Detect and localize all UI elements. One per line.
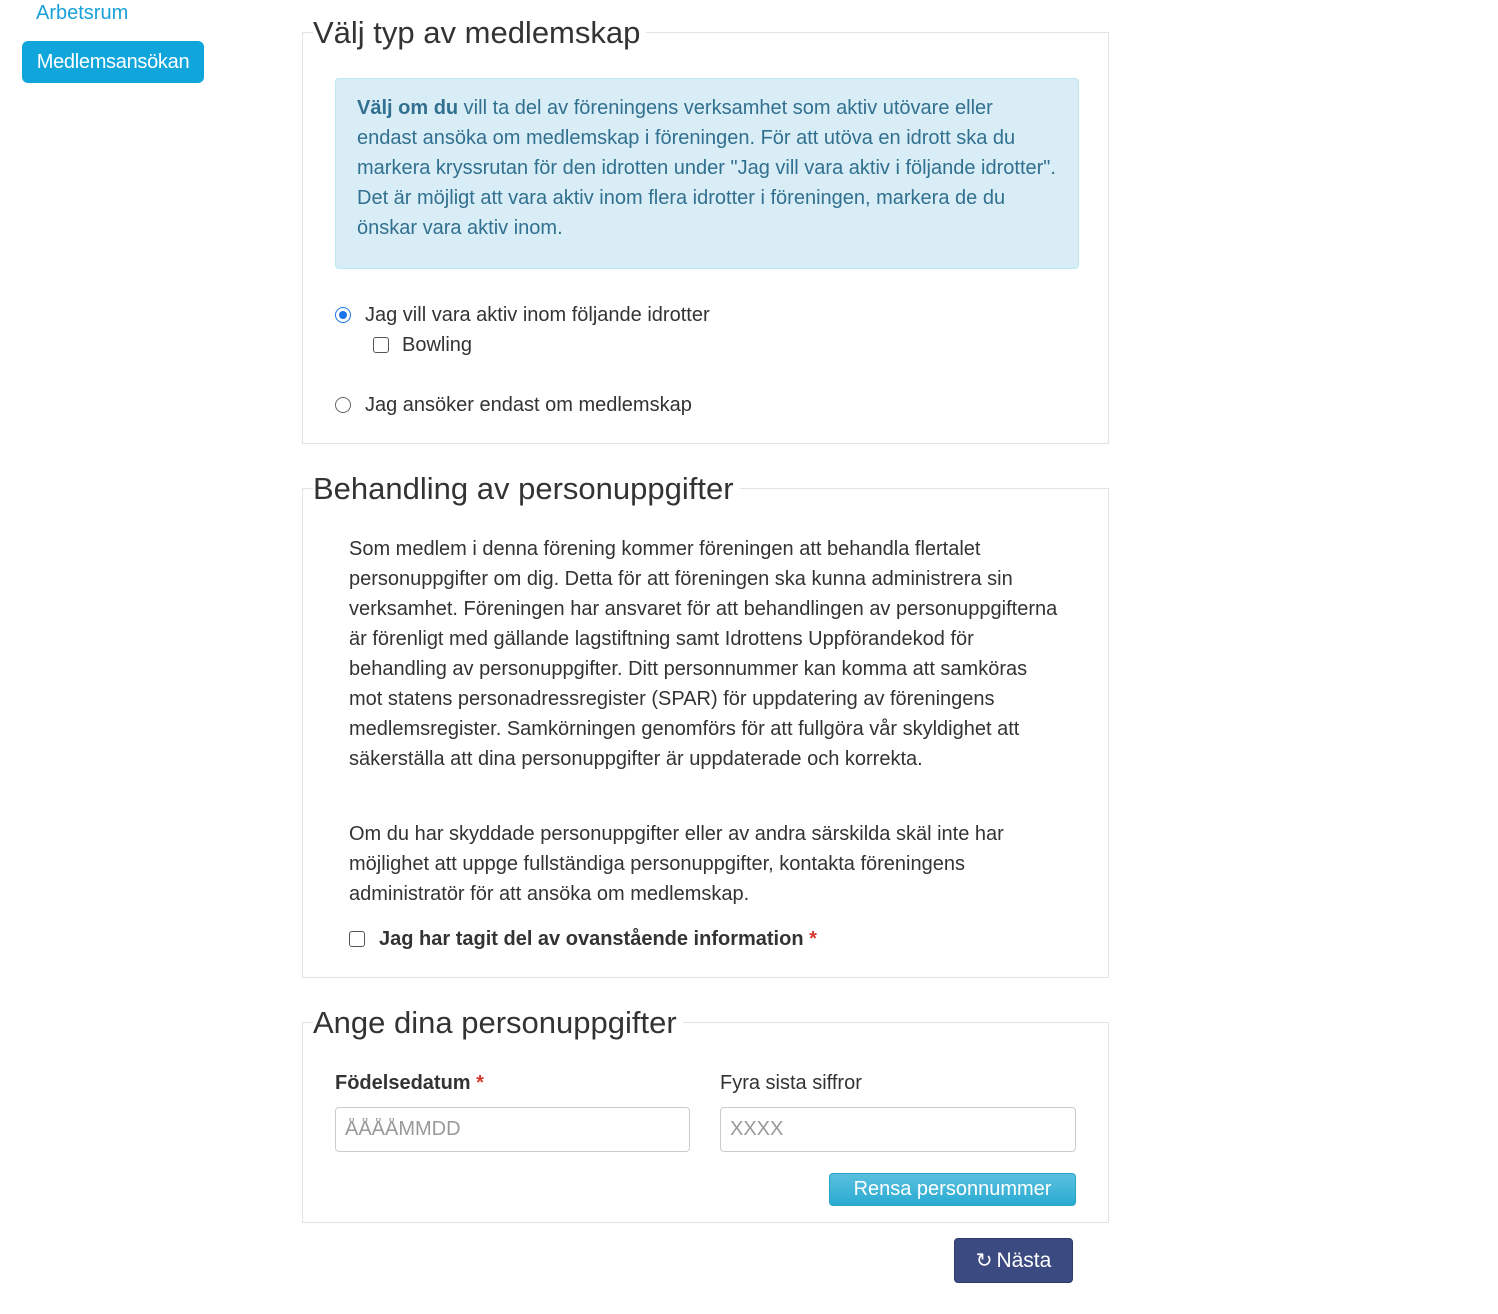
- membership-info-alert: Välj om du vill ta del av föreningens ve…: [335, 78, 1079, 269]
- birthdate-label: Födelsedatum *: [335, 1072, 484, 1095]
- radio-member-only-label[interactable]: Jag ansöker endast om medlemskap: [365, 394, 692, 417]
- privacy-title: Behandling av personuppgifter: [313, 471, 740, 507]
- membership-type-section: Välj typ av medlemskap Välj om du vill t…: [302, 15, 1109, 444]
- radio-member-only[interactable]: [335, 397, 351, 413]
- personal-details-title: Ange dina personuppgifter: [313, 1005, 683, 1041]
- checkbox-bowling-label[interactable]: Bowling: [402, 334, 472, 357]
- privacy-paragraph-1: Som medlem i denna förening kommer fören…: [349, 538, 1058, 770]
- info-bold-text: Välj om du: [357, 97, 459, 119]
- checkbox-bowling[interactable]: [373, 337, 389, 353]
- consent-label-text[interactable]: Jag har tagit del av ovanstående informa…: [379, 928, 804, 950]
- nav-link-arbetsrum[interactable]: Arbetsrum: [36, 2, 128, 25]
- birthdate-label-text: Födelsedatum: [335, 1072, 471, 1094]
- privacy-paragraph-2: Om du har skyddade personuppgifter eller…: [349, 823, 1004, 905]
- required-mark: *: [809, 928, 817, 950]
- last-four-label: Fyra sista siffror: [720, 1072, 862, 1094]
- next-button[interactable]: ↻ Nästa: [954, 1238, 1073, 1283]
- birthdate-input[interactable]: [335, 1107, 690, 1152]
- consent-checkbox[interactable]: [349, 931, 365, 947]
- nav-item-medlemsansokan[interactable]: Medlemsansökan: [22, 41, 204, 83]
- membership-type-title: Välj typ av medlemskap: [313, 15, 647, 51]
- radio-active-sports[interactable]: [335, 307, 351, 323]
- privacy-section: Behandling av personuppgifter Som medlem…: [302, 471, 1109, 978]
- clear-personal-number-button[interactable]: Rensa personnummer: [829, 1173, 1076, 1206]
- refresh-icon: ↻: [975, 1250, 993, 1272]
- next-button-label[interactable]: Nästa: [996, 1249, 1051, 1272]
- radio-active-sports-label[interactable]: Jag vill vara aktiv inom följande idrott…: [365, 304, 710, 327]
- personal-details-section: Ange dina personuppgifter Födelsedatum *…: [302, 1005, 1109, 1223]
- required-mark: *: [476, 1072, 484, 1094]
- info-text: vill ta del av föreningens verksamhet so…: [357, 97, 1056, 239]
- consent-label[interactable]: Jag har tagit del av ovanstående informa…: [379, 928, 817, 951]
- last-four-input[interactable]: [720, 1107, 1076, 1152]
